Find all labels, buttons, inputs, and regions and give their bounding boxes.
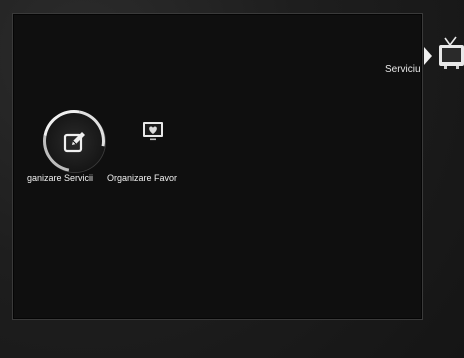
- category-pointer-arrow: [424, 47, 432, 65]
- menu-item-label: ganizare Servicii: [27, 173, 94, 183]
- menu-item-label: Organizare Favor: [107, 173, 178, 183]
- menu-item-organizare-servicii[interactable]: ganizare Servicii: [13, 14, 118, 185]
- menu-item-organizare-favor[interactable]: Organizare Favor: [107, 109, 188, 184]
- heart-tv-icon: [143, 122, 163, 141]
- menu-panel: Serviciu ganizare Servicii Organizare Fa…: [12, 13, 423, 320]
- edit-icon: [63, 132, 85, 153]
- category-label: Serviciu: [385, 64, 421, 75]
- tv-icon: [439, 36, 464, 69]
